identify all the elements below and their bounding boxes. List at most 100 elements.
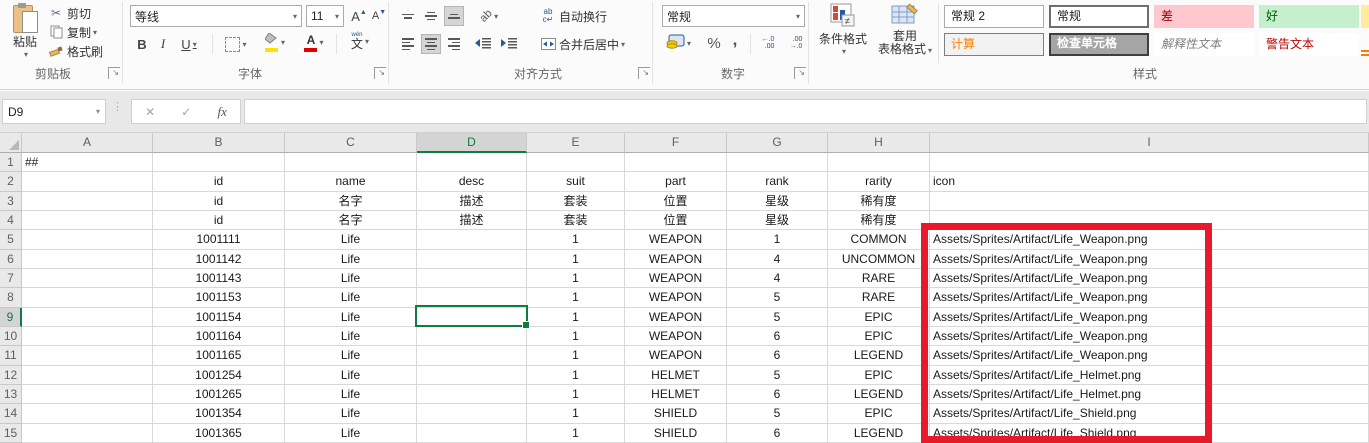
bold-button[interactable]: B	[134, 34, 150, 54]
cell-F7[interactable]: WEAPON	[625, 269, 727, 288]
insert-function-icon[interactable]: fx	[218, 104, 227, 120]
cell-E12[interactable]: 1	[527, 366, 625, 385]
cell-D6[interactable]	[417, 250, 527, 269]
cell-A14[interactable]	[22, 404, 153, 423]
selected-cell-outline[interactable]	[415, 305, 528, 327]
column-header-D[interactable]: D	[417, 133, 527, 153]
conditional-formatting-button[interactable]: ≠ 条件格式 ▾	[814, 3, 872, 65]
cell-G3[interactable]: 星级	[727, 192, 828, 211]
cell-H10[interactable]: EPIC	[828, 327, 930, 346]
cell-H5[interactable]: COMMON	[828, 230, 930, 249]
cell-C3[interactable]: 名字	[285, 192, 417, 211]
cell-F11[interactable]: WEAPON	[625, 346, 727, 365]
cell-C14[interactable]: Life	[285, 404, 417, 423]
italic-button[interactable]: I	[156, 34, 170, 54]
fill-handle[interactable]	[522, 321, 530, 329]
row-header-12[interactable]: 12	[0, 366, 22, 385]
cell-C15[interactable]: Life	[285, 424, 417, 443]
cell-I1[interactable]	[930, 153, 1369, 172]
cell-G5[interactable]: 1	[727, 230, 828, 249]
row-header-3[interactable]: 3	[0, 192, 22, 211]
cell-C7[interactable]: Life	[285, 269, 417, 288]
cell-G4[interactable]: 星级	[727, 211, 828, 230]
cell-G13[interactable]: 6	[727, 385, 828, 404]
cell-E15[interactable]: 1	[527, 424, 625, 443]
cell-D1[interactable]	[417, 153, 527, 172]
cell-H1[interactable]	[828, 153, 930, 172]
cell-C2[interactable]: name	[285, 172, 417, 191]
cell-style-chip-3[interactable]: 差	[1154, 5, 1254, 28]
cell-A7[interactable]	[22, 269, 153, 288]
cell-F3[interactable]: 位置	[625, 192, 727, 211]
cell-G2[interactable]: rank	[727, 172, 828, 191]
cell-D4[interactable]: 描述	[417, 211, 527, 230]
cell-B4[interactable]: id	[153, 211, 285, 230]
cell-A3[interactable]	[22, 192, 153, 211]
paste-button[interactable]: 粘贴 ▾	[4, 3, 46, 63]
cell-C13[interactable]: Life	[285, 385, 417, 404]
align-right-button[interactable]	[444, 34, 464, 54]
cell-F4[interactable]: 位置	[625, 211, 727, 230]
decrease-indent-button[interactable]	[472, 34, 494, 54]
formula-input[interactable]	[244, 99, 1367, 124]
cell-style-chip-8[interactable]: 警告文本	[1259, 33, 1359, 56]
cell-D11[interactable]	[417, 346, 527, 365]
cell-H12[interactable]: EPIC	[828, 366, 930, 385]
select-all-button[interactable]	[0, 133, 22, 153]
format-painter-button[interactable]: 格式刷	[48, 42, 103, 60]
row-header-8[interactable]: 8	[0, 288, 22, 307]
column-header-C[interactable]: C	[285, 133, 417, 153]
font-dialog-launcher-icon[interactable]: ↘	[374, 67, 386, 79]
name-box[interactable]: D9 ▾	[2, 99, 106, 124]
cell-F14[interactable]: SHIELD	[625, 404, 727, 423]
cell-style-chip-4[interactable]: 好	[1259, 5, 1359, 28]
column-header-A[interactable]: A	[22, 133, 153, 153]
font-size-combo[interactable]: 11 ▾	[306, 5, 344, 27]
cell-F10[interactable]: WEAPON	[625, 327, 727, 346]
cell-D13[interactable]	[417, 385, 527, 404]
column-header-I[interactable]: I	[930, 133, 1369, 153]
row-header-9[interactable]: 9	[0, 308, 22, 327]
cell-G7[interactable]: 4	[727, 269, 828, 288]
fill-color-button[interactable]: ▾	[258, 32, 292, 52]
row-header-1[interactable]: 1	[0, 153, 22, 172]
cell-B3[interactable]: id	[153, 192, 285, 211]
cell-G9[interactable]: 5	[727, 308, 828, 327]
cell-C10[interactable]: Life	[285, 327, 417, 346]
cell-B15[interactable]: 1001365	[153, 424, 285, 443]
cell-C11[interactable]: Life	[285, 346, 417, 365]
cell-G8[interactable]: 5	[727, 288, 828, 307]
number-dialog-launcher-icon[interactable]: ↘	[794, 67, 806, 79]
cell-C12[interactable]: Life	[285, 366, 417, 385]
cell-style-chip-7[interactable]: 解释性文本	[1154, 33, 1254, 56]
copy-button[interactable]: 复制 ▾	[48, 23, 97, 41]
cell-style-chip-2[interactable]: 常规	[1049, 5, 1149, 28]
cell-A6[interactable]	[22, 250, 153, 269]
cell-E10[interactable]: 1	[527, 327, 625, 346]
cell-G15[interactable]: 6	[727, 424, 828, 443]
column-header-E[interactable]: E	[527, 133, 625, 153]
cell-G12[interactable]: 5	[727, 366, 828, 385]
cell-B2[interactable]: id	[153, 172, 285, 191]
align-left-button[interactable]	[398, 34, 418, 54]
cell-A12[interactable]	[22, 366, 153, 385]
cell-C1[interactable]	[285, 153, 417, 172]
align-center-button[interactable]	[421, 34, 441, 54]
cell-E9[interactable]: 1	[527, 308, 625, 327]
row-header-13[interactable]: 13	[0, 385, 22, 404]
column-header-G[interactable]: G	[727, 133, 828, 153]
cell-H11[interactable]: LEGEND	[828, 346, 930, 365]
row-header-7[interactable]: 7	[0, 269, 22, 288]
increase-decimal-button[interactable]: ←.0.00	[756, 33, 780, 53]
cell-D15[interactable]	[417, 424, 527, 443]
cell-A2[interactable]	[22, 172, 153, 191]
cell-D3[interactable]: 描述	[417, 192, 527, 211]
cell-D2[interactable]: desc	[417, 172, 527, 191]
cell-A9[interactable]	[22, 308, 153, 327]
cell-C5[interactable]: Life	[285, 230, 417, 249]
cancel-icon[interactable]: ✕	[145, 105, 155, 119]
cell-B9[interactable]: 1001154	[153, 308, 285, 327]
column-header-B[interactable]: B	[153, 133, 285, 153]
cell-E8[interactable]: 1	[527, 288, 625, 307]
cell-H14[interactable]: EPIC	[828, 404, 930, 423]
